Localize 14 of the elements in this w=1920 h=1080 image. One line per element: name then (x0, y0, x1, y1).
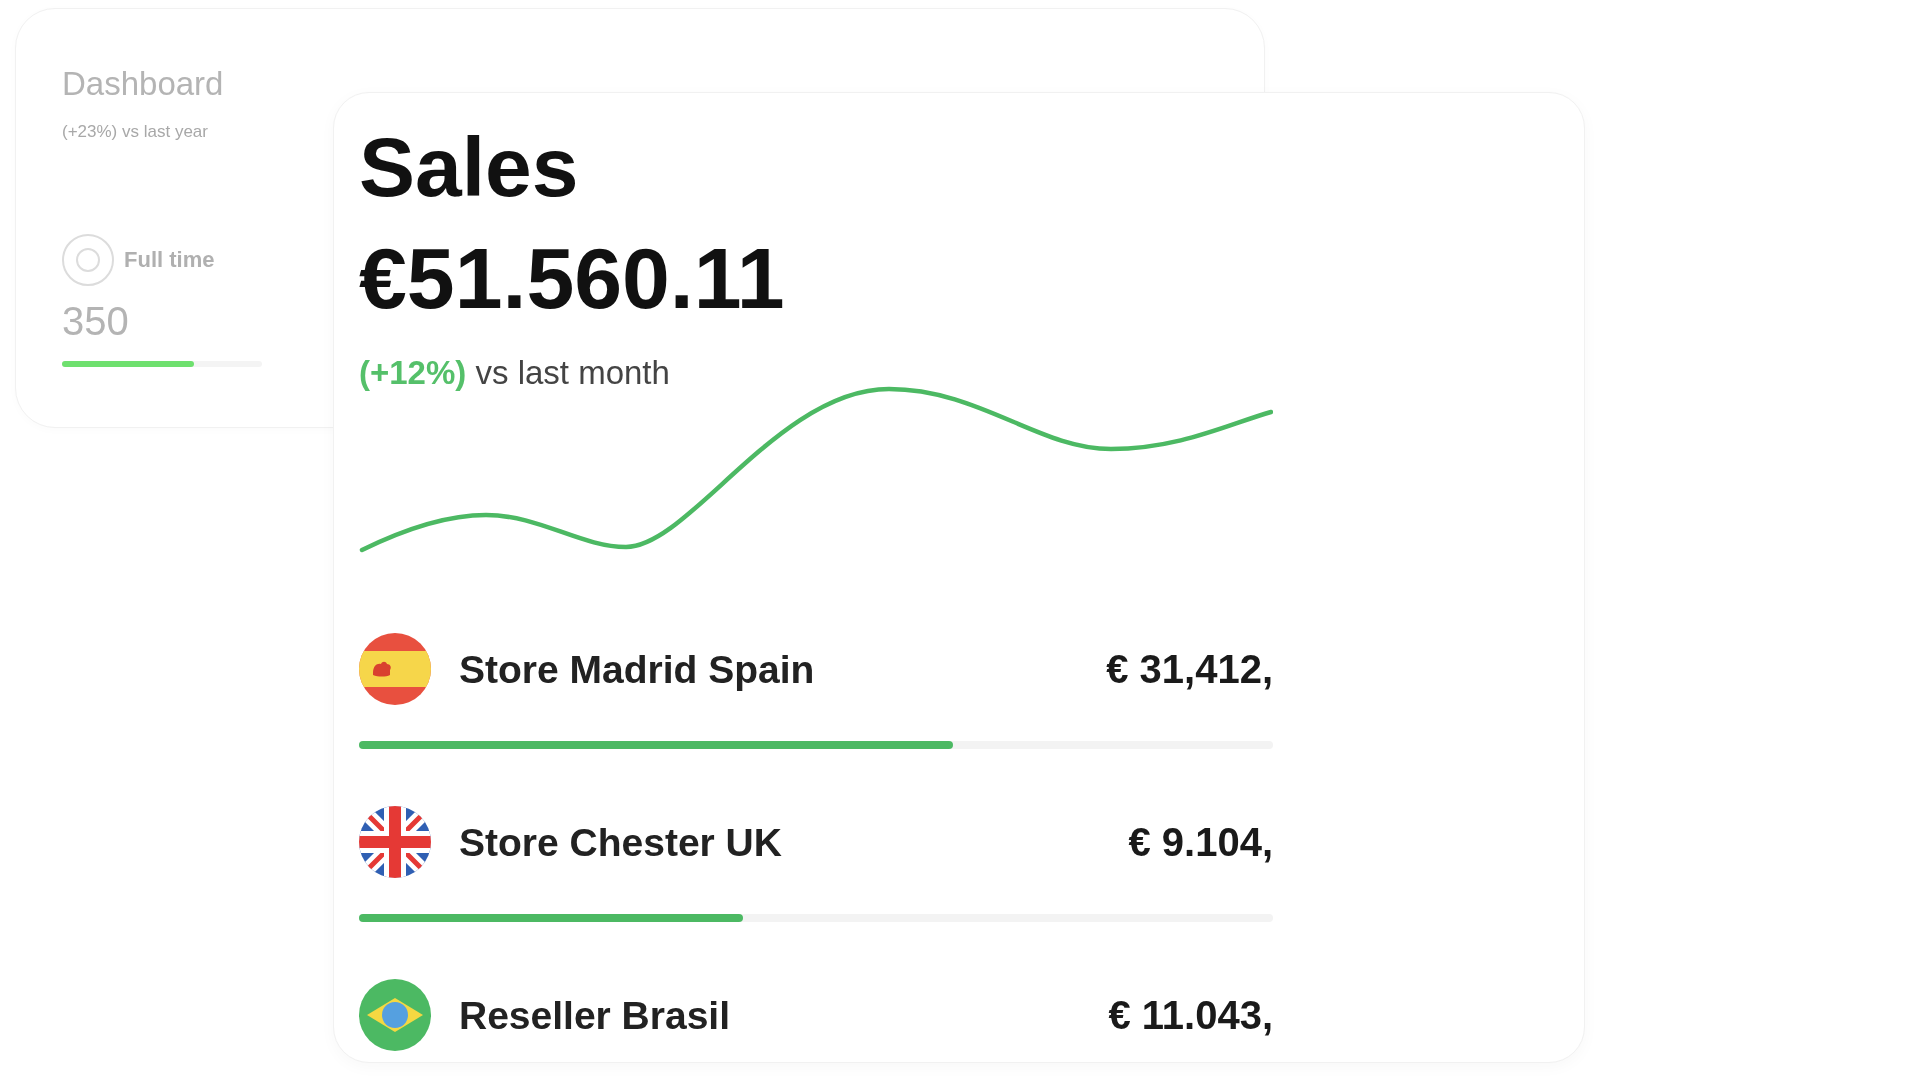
ring-icon (62, 234, 114, 286)
card-title: Sales (359, 125, 579, 209)
card-subtitle: (+23%) vs last year (62, 123, 208, 140)
store-name: Store Madrid Spain (459, 649, 815, 689)
sales-total: €51.560.11 (359, 235, 785, 321)
stat-value: 350 (62, 301, 129, 341)
stat-label: Full time (124, 249, 215, 271)
comparison-text: (+12%) vs last month (359, 356, 670, 389)
store-amount: € 31,412, (1106, 649, 1273, 689)
store-name: Store Chester UK (459, 822, 782, 862)
store-amount: € 9.104, (1128, 822, 1273, 862)
store-amount: € 11.043, (1108, 995, 1273, 1035)
card-title: Dashboard (62, 67, 224, 100)
store-name: Reseller Brasil (459, 995, 730, 1035)
